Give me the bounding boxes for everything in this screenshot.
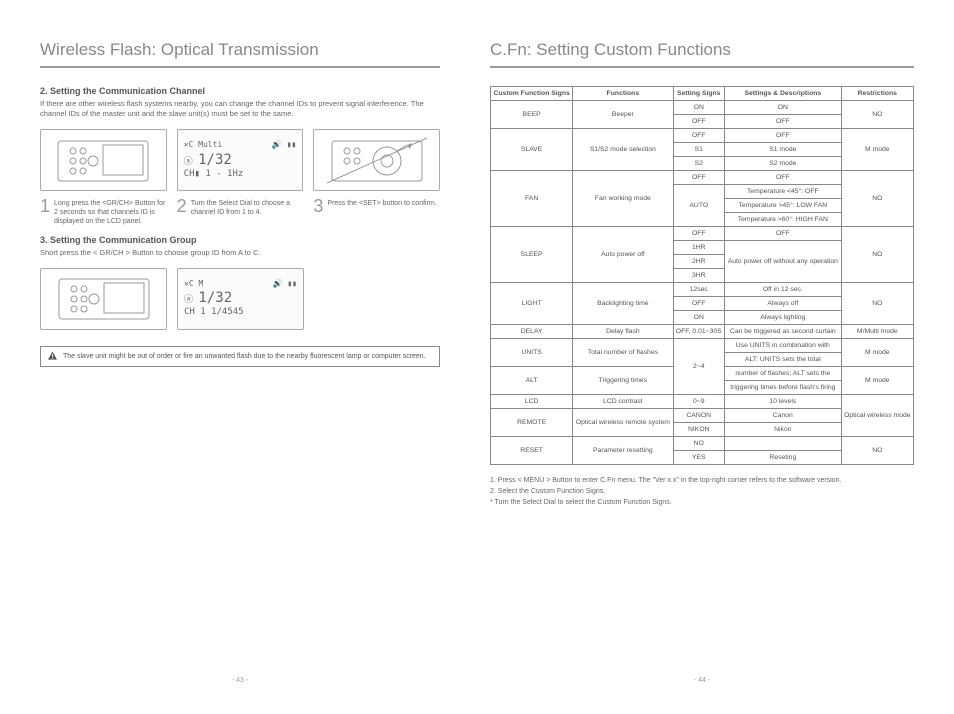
step-2-num: 2	[177, 197, 187, 215]
illus-flash-back-1	[40, 129, 167, 191]
warning-box: The slave unit might be out of order or …	[40, 346, 440, 367]
section2-body: If there are other wireless flash system…	[40, 99, 440, 119]
warning-icon	[48, 352, 57, 361]
lcd1-mode: ✕C Multi	[184, 140, 223, 150]
lcd2-power: 1/32	[198, 290, 232, 306]
table-row: SLEEPAuto power offOFFOFFNO	[491, 227, 914, 241]
footnote-1: 1. Press < MENU > Button to enter C.Fn m…	[490, 475, 914, 486]
section2-illus-row: ✕C Multi 🔊 ▮▮ ⓐ 1/32 CH▮ 1 - 1Hz	[40, 129, 440, 191]
illus-lcd-1: ✕C Multi 🔊 ▮▮ ⓐ 1/32 CH▮ 1 - 1Hz	[177, 129, 304, 191]
battery-icon: 🔊 ▮▮	[272, 140, 296, 150]
table-row: SLAVES1/S2 mode selectionOFFOFFM mode	[491, 129, 914, 143]
section2-head: 2. Setting the Communication Channel	[40, 86, 440, 96]
lcd1-ch: CH▮	[184, 169, 200, 179]
step-3-text: Press the <SET> button to confirm.	[327, 197, 436, 208]
page-num-left: - 43 -	[40, 657, 440, 684]
step-3-num: 3	[313, 197, 323, 215]
table-row: RESETParameter resettingNONO	[491, 437, 914, 451]
lcd2-bottom: CH 1 1/4545	[184, 307, 297, 319]
table-header-row: Custom Function Signs Functions Setting …	[491, 87, 914, 101]
table-row: LIGHTBacklighting time12secOff in 12 sec…	[491, 283, 914, 297]
lcd1-power: 1/32	[198, 152, 232, 168]
footnotes: 1. Press < MENU > Button to enter C.Fn m…	[490, 475, 914, 509]
section3-body: Short press the < GR/CH > Button to choo…	[40, 248, 440, 258]
th-setting-signs: Setting Signs	[673, 87, 725, 101]
section3-head: 3. Setting the Communication Group	[40, 235, 440, 245]
warning-text: The slave unit might be out of order or …	[63, 353, 426, 360]
step-3: 3 Press the <SET> button to confirm.	[313, 197, 440, 226]
left-page: Wireless Flash: Optical Transmission 2. …	[40, 40, 440, 684]
step-1: 1 Long press the <GR/CH> Button for 2 se…	[40, 197, 167, 226]
section2-steps: 1 Long press the <GR/CH> Button for 2 se…	[40, 197, 440, 226]
th-descriptions: Settings & Descriptions	[725, 87, 842, 101]
table-row: DELAYDelay flashOFF, 0.01~30SCan be trig…	[491, 325, 914, 339]
page-title-left: Wireless Flash: Optical Transmission	[40, 40, 440, 68]
lcd1-groupicon: ⓐ	[184, 157, 198, 167]
step-1-text: Long press the <GR/CH> Button for 2 seco…	[54, 197, 167, 226]
footnote-3: * Turn the Select Dial to select the Cus…	[490, 497, 914, 508]
cfn-table: Custom Function Signs Functions Setting …	[490, 86, 914, 465]
illus-flash-back-3	[40, 268, 167, 330]
th-restrictions: Restrictions	[841, 87, 913, 101]
lcd1-hz: 1 - 1Hz	[205, 169, 243, 179]
step-2-text: Turn the Select Dial to choose a channel…	[191, 197, 304, 217]
th-signs: Custom Function Signs	[491, 87, 573, 101]
step-2: 2 Turn the Select Dial to choose a chann…	[177, 197, 304, 226]
lcd2-groupicon: ⓐ	[184, 295, 198, 305]
th-functions: Functions	[573, 87, 673, 101]
table-row: BEEPBeeperONONNO	[491, 101, 914, 115]
right-page: C.Fn: Setting Custom Functions Custom Fu…	[490, 40, 914, 684]
illus-lcd-2: ✕C M 🔊 ▮▮ ⓐ 1/32 CH 1 1/4545	[177, 268, 304, 330]
illus-flash-back-2	[313, 129, 440, 191]
lcd2-mode: ✕C M	[184, 279, 203, 289]
footnote-2: 2. Select the Custom Function Signs.	[490, 486, 914, 497]
page-num-right: - 44 -	[490, 657, 914, 684]
table-row: LCDLCD contrast0~910 levelsOptical wirel…	[491, 395, 914, 409]
table-row: UNITSTotal number of flashes2~4Use UNITS…	[491, 339, 914, 353]
table-row: FANFan working modeOFFOFFNO	[491, 171, 914, 185]
step-1-num: 1	[40, 197, 50, 215]
page-title-right: C.Fn: Setting Custom Functions	[490, 40, 914, 68]
battery-icon-2: 🔊 ▮▮	[273, 279, 297, 289]
section3-illus-row: ✕C M 🔊 ▮▮ ⓐ 1/32 CH 1 1/4545	[40, 268, 304, 330]
